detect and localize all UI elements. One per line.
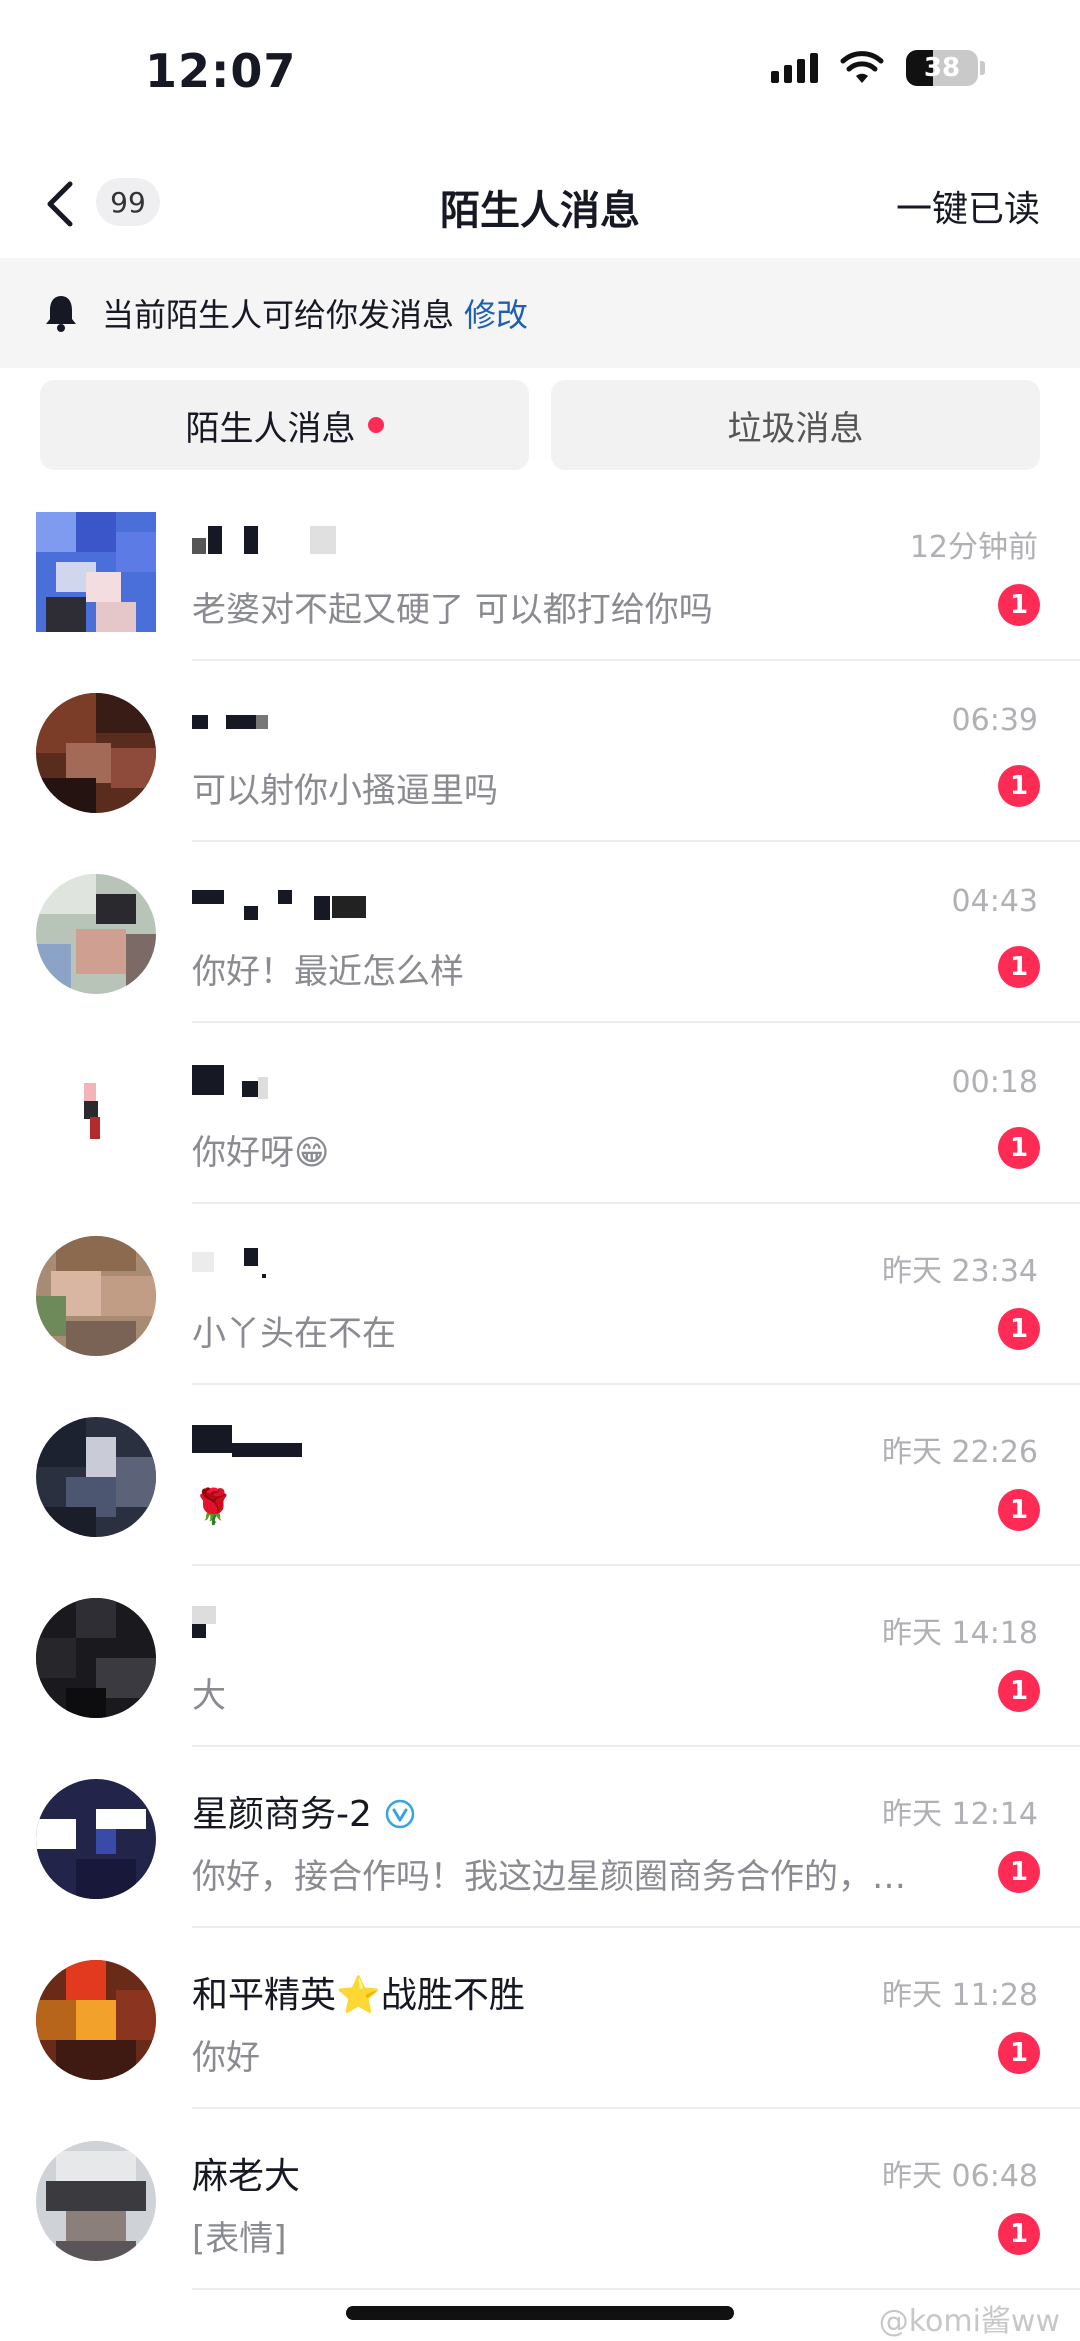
message-preview: 可以射你小搔逼里吗 xyxy=(192,771,498,811)
avatar xyxy=(36,1417,156,1537)
message-time: 昨天 14:18 xyxy=(882,1616,1038,1651)
message-time: 昨天 22:26 xyxy=(882,1435,1038,1470)
message-preview: 你好呀😁 xyxy=(192,1133,330,1173)
avatar xyxy=(36,1960,156,2080)
wifi-icon xyxy=(840,51,884,83)
unread-badge: 1 xyxy=(998,765,1040,807)
avatar xyxy=(36,1598,156,1718)
message-preview: 🌹 xyxy=(192,1487,235,1527)
message-time: 04:43 xyxy=(951,884,1038,919)
notice-text: 当前陌生人可给你发消息 xyxy=(102,296,455,334)
tab-spam-messages[interactable]: 垃圾消息 xyxy=(551,380,1040,470)
unread-badge: 1 xyxy=(998,1489,1040,1531)
message-preview: 小丫头在不在 xyxy=(192,1314,396,1354)
message-time: 昨天 23:34 xyxy=(882,1254,1038,1289)
conversation-row[interactable]: 06:39 可以射你小搔逼里吗 1 xyxy=(0,661,1080,842)
stranger-permission-notice: 当前陌生人可给你发消息 修改 xyxy=(0,258,1080,368)
message-time: 06:39 xyxy=(951,703,1038,738)
cellular-signal-icon xyxy=(771,53,818,83)
unread-badge: 1 xyxy=(998,2213,1040,2255)
unread-badge: 1 xyxy=(998,2032,1040,2074)
message-time: 昨天 06:48 xyxy=(882,2159,1038,2194)
watermark: @komi酱ww xyxy=(878,2304,1060,2339)
avatar xyxy=(36,512,156,632)
status-bar: 12:07 38 xyxy=(0,0,1080,150)
tab-label: 陌生人消息 xyxy=(185,408,356,449)
unread-badge: 1 xyxy=(998,1127,1040,1169)
conversation-list: 12分钟前 老婆对不起又硬了 可以都打给你吗 1 06:39 可以射你小搔逼里吗… xyxy=(0,480,1080,2290)
tab-stranger-messages[interactable]: 陌生人消息 xyxy=(40,380,529,470)
message-tabs: 陌生人消息 垃圾消息 xyxy=(40,380,1040,470)
message-preview: 你好 xyxy=(192,2038,260,2078)
conversation-row[interactable]: 昨天 23:34 小丫头在不在 1 xyxy=(0,1204,1080,1385)
message-preview: 你好！最近怎么样 xyxy=(192,952,464,992)
message-time: 12分钟前 xyxy=(909,530,1038,565)
home-indicator xyxy=(346,2306,734,2320)
contact-name: 麻老大 xyxy=(192,2156,301,2197)
tab-label: 垃圾消息 xyxy=(727,408,864,449)
battery-level: 38 xyxy=(923,53,961,83)
nav-bar: 99 陌生人消息 一键已读 xyxy=(0,150,1080,258)
avatar xyxy=(36,2141,156,2261)
mark-all-read-button[interactable]: 一键已读 xyxy=(896,180,1040,232)
new-dot-indicator xyxy=(367,417,384,433)
message-time: 昨天 12:14 xyxy=(882,1797,1038,1832)
avatar xyxy=(36,1779,156,1899)
verified-icon xyxy=(385,1799,415,1829)
avatar xyxy=(36,1236,156,1356)
message-preview: 老婆对不起又硬了 可以都打给你吗 xyxy=(192,590,713,630)
conversation-row[interactable]: 12分钟前 老婆对不起又硬了 可以都打给你吗 1 xyxy=(0,480,1080,661)
bell-icon xyxy=(46,296,76,332)
message-preview: [表情] xyxy=(192,2219,287,2259)
conversation-row[interactable]: 04:43 你好！最近怎么样 1 xyxy=(0,842,1080,1023)
battery-icon: 38 xyxy=(906,50,978,86)
conversation-row[interactable]: 和平精英⭐战胜不胜 昨天 11:28 你好 1 xyxy=(0,1928,1080,2109)
modify-link[interactable]: 修改 xyxy=(464,290,528,336)
unread-badge: 1 xyxy=(998,1308,1040,1350)
unread-badge: 1 xyxy=(998,584,1040,626)
message-preview: 你好，接合作吗！我这边星颜圈商务合作的，… xyxy=(192,1857,906,1897)
avatar xyxy=(36,693,156,813)
conversation-row[interactable]: 00:18 你好呀😁 1 xyxy=(0,1023,1080,1204)
conversation-row[interactable]: 星颜商务-2 昨天 12:14 你好，接合作吗！我这边星颜圈商务合作的，… 1 xyxy=(0,1747,1080,1928)
conversation-row[interactable]: 麻老大 昨天 06:48 [表情] 1 xyxy=(0,2109,1080,2290)
avatar xyxy=(36,1055,156,1175)
conversation-row[interactable]: 昨天 22:26 🌹 1 xyxy=(0,1385,1080,1566)
unread-badge: 1 xyxy=(998,946,1040,988)
unread-badge: 1 xyxy=(998,1851,1040,1893)
message-preview: 大 xyxy=(192,1676,226,1716)
conversation-row[interactable]: 昨天 14:18 大 1 xyxy=(0,1566,1080,1747)
unread-badge: 1 xyxy=(998,1670,1040,1712)
avatar xyxy=(36,874,156,994)
contact-name: 和平精英⭐战胜不胜 xyxy=(192,1975,525,2016)
message-time: 昨天 11:28 xyxy=(882,1978,1038,2013)
status-time: 12:07 xyxy=(145,44,297,98)
contact-name: 星颜商务-2 xyxy=(192,1785,416,1835)
message-time: 00:18 xyxy=(951,1065,1038,1100)
